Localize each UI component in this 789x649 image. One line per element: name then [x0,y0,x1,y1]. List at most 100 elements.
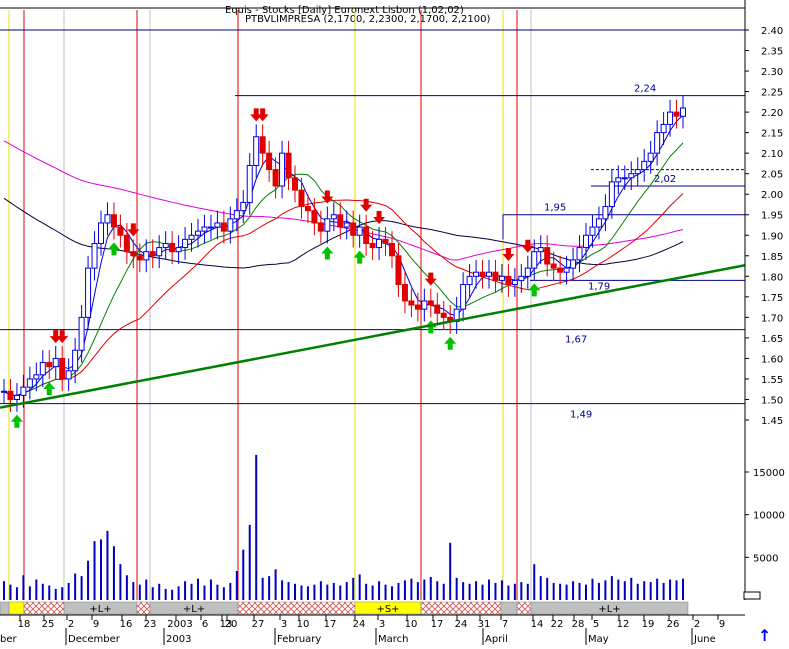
candle-body [615,177,622,183]
candle-body [628,173,635,179]
signal-label: +L+ [183,604,205,615]
candle-body [337,214,344,228]
date-tick-label: 12 [617,619,630,630]
price-tick-label: 1.90 [761,231,783,242]
candle-body [427,300,434,306]
candle-body [46,362,53,368]
candle-body [460,284,467,310]
date-tick-label: 26 [667,619,680,630]
candle-body [26,378,33,388]
candle-body [259,136,266,154]
signal-segment [0,601,10,615]
candle-body [356,226,363,236]
date-tick-label: 31 [478,619,491,630]
candle-body [550,263,557,269]
candle-body [298,189,305,208]
candle-body [72,349,79,372]
month-label: February [277,634,321,645]
signal-segment [8,601,25,615]
candle-body [13,394,20,400]
candle-body [634,169,641,175]
signal-segment [500,601,518,615]
candle-body [233,210,240,220]
candle-body [440,312,447,318]
background [0,0,789,645]
candle-body [240,201,247,212]
date-tick-label: 3 [281,619,287,630]
candle-body [595,218,602,228]
candle-body [602,206,609,220]
candle-body [505,275,512,286]
date-tick-label: 17 [431,619,444,630]
month-label: 2003 [166,634,191,645]
candle-body [324,218,331,232]
price-tick-label: 1.50 [761,395,783,406]
date-tick-label: 5 [593,619,599,630]
signal-segment [420,601,502,615]
candle-body [201,226,208,232]
candle-body [466,275,473,286]
date-tick-label: 18 [18,619,31,630]
candle-body [434,304,441,314]
candle-body [85,267,92,318]
candle-body [583,234,589,249]
level-label: 2,02 [654,174,676,185]
candle-body [175,247,182,253]
candle-body [227,218,234,232]
candle-body [524,267,531,277]
date-tick-label: 2003 [167,619,192,630]
volume-tick-label: 15000 [753,468,785,479]
date-tick-label: 23 [144,619,157,630]
price-tick-label: 1.45 [761,416,783,427]
candle-body [518,275,525,281]
date-tick-label: 2 [694,619,700,630]
candle-body [376,238,383,249]
candle-body [182,238,189,249]
candle-body [498,275,505,281]
volume-scale-box [743,591,761,600]
candle-body [589,226,596,236]
candle-body [570,259,577,269]
header-line2: PTBVLIMPRESA (2,1700, 2,2300, 2,1700, 2,… [245,14,490,25]
candle-body [660,123,667,134]
candle-body [414,304,421,310]
chart-canvas: Equis - Stocks [Daily] Euronext Lisbon (… [0,0,789,645]
candle-body [266,152,273,171]
candle-body [65,370,72,380]
candle-body [317,222,324,232]
price-tick-label: 1.60 [761,354,783,365]
candle-body [285,152,292,179]
candle-body [253,136,260,166]
signal-segment [237,601,356,615]
candle-body [537,247,544,253]
candle-body [654,132,661,154]
price-tick-label: 2.00 [761,190,783,201]
candle-body [389,242,395,257]
candle-body [330,214,337,220]
date-tick-label: 7 [502,619,508,630]
price-tick-label: 2.35 [761,47,783,58]
candle-body [647,152,654,162]
date-tick-label: 25 [42,619,55,630]
date-tick-label: 10 [405,619,418,630]
signal-label: +L+ [89,604,111,615]
candle-body [363,226,370,244]
level-label: 2,24 [634,84,656,95]
date-tick-label: 24 [353,619,366,630]
scroll-up-arrow[interactable]: ↑ [758,626,771,645]
candle-body [214,222,221,228]
candle-body [207,226,214,229]
candle-body [311,210,318,224]
candle-body [608,181,615,208]
candle-body [110,214,117,228]
candle-body [143,251,150,261]
candle-body [292,177,298,191]
candle-body [473,271,480,277]
signal-segment [136,601,151,615]
candle-body [369,242,376,249]
candle-body [188,234,195,240]
volume-tick-label: 10000 [753,511,785,522]
candle-body [531,251,538,269]
candle-body [149,251,156,257]
candle-body [20,386,27,396]
